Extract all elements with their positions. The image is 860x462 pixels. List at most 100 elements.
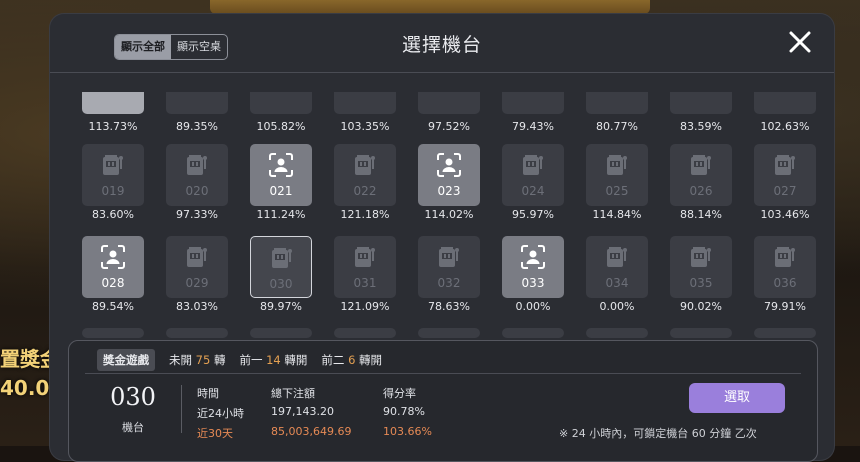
tab-not-opened-count: 75 — [195, 353, 211, 367]
machine-payout-rate: 83.03% — [176, 300, 218, 313]
machine-cell[interactable]: 031 121.09% — [322, 236, 406, 320]
machine-payout-rate: 111.24% — [256, 208, 306, 221]
tab-prev-two-unit: 轉開 — [359, 353, 383, 367]
machine-number: 036 — [773, 276, 797, 290]
slot-machine-icon — [687, 151, 715, 179]
machine-tile[interactable]: 027 — [754, 144, 816, 206]
machine-number: 031 — [353, 276, 377, 290]
machine-tile[interactable]: 018 — [754, 92, 816, 114]
select-button[interactable]: 選取 — [689, 383, 785, 413]
machine-tile[interactable]: 032 — [418, 236, 480, 298]
machine-tile[interactable]: 036 — [754, 236, 816, 298]
machine-tile[interactable]: 020 — [166, 144, 228, 206]
machine-tile[interactable]: 034 — [586, 236, 648, 298]
machine-number: 032 — [437, 276, 461, 290]
machine-tile[interactable]: 014 — [418, 92, 480, 114]
machine-tile[interactable] — [502, 328, 564, 338]
machine-number: 030 — [269, 277, 293, 291]
machine-tile[interactable]: 035 — [670, 236, 732, 298]
machine-cell[interactable]: 019 83.60% — [70, 144, 154, 228]
machine-cell[interactable]: 032 78.63% — [406, 236, 490, 320]
machine-payout-rate: 89.97% — [260, 300, 302, 313]
slot-machine-icon — [687, 243, 715, 271]
selected-machine-label: 機台 — [122, 421, 144, 434]
machine-number: 026 — [689, 184, 713, 198]
machine-cell[interactable]: 030 89.97% — [238, 236, 322, 320]
machine-tile[interactable]: 021 — [250, 144, 312, 206]
machine-tile[interactable] — [754, 328, 816, 338]
slot-machine-icon — [603, 151, 631, 179]
machine-tile[interactable] — [82, 328, 144, 338]
machine-cell[interactable]: 023 114.02% — [406, 144, 490, 228]
machine-tile[interactable]: 030 — [250, 236, 312, 298]
machine-tile[interactable] — [334, 328, 396, 338]
tab-bonus-game[interactable]: 獎金遊戲 — [97, 349, 155, 371]
tab-not-opened[interactable]: 未開 75 轉 — [169, 352, 225, 368]
machine-tile[interactable]: 033 — [502, 236, 564, 298]
machine-tile[interactable]: 019 — [82, 144, 144, 206]
machine-payout-rate: 79.91% — [764, 300, 806, 313]
machine-number: 028 — [101, 276, 125, 290]
row-30d-rate: 103.66% — [383, 425, 432, 438]
machine-cell[interactable]: 027 103.46% — [742, 144, 826, 228]
machine-tile[interactable]: 028 — [82, 236, 144, 298]
machine-tile[interactable]: 013 — [334, 92, 396, 114]
machine-tile[interactable] — [418, 328, 480, 338]
machine-tile[interactable] — [166, 328, 228, 338]
machine-cell[interactable]: 026 88.14% — [658, 144, 742, 228]
machine-cell[interactable]: 033 0.00% — [490, 236, 574, 320]
machine-cell[interactable]: 020 97.33% — [154, 144, 238, 228]
machine-cell[interactable]: 035 90.02% — [658, 236, 742, 320]
machine-payout-rate: 97.52% — [428, 120, 470, 133]
machine-tile[interactable]: 031 — [334, 236, 396, 298]
vertical-divider — [181, 385, 182, 433]
machine-payout-rate: 103.35% — [340, 120, 390, 133]
machine-cell[interactable]: 036 79.91% — [742, 236, 826, 320]
machine-info-panel: 獎金遊戲 未開 75 轉 前一 14 轉開 前二 6 轉開 030 機台 時間 … — [68, 340, 818, 462]
user-icon — [519, 243, 547, 271]
machine-tile[interactable] — [250, 328, 312, 338]
machine-tile[interactable]: 029 — [166, 236, 228, 298]
machine-tile[interactable]: 022 — [334, 144, 396, 206]
machine-cell[interactable]: 021 111.24% — [238, 144, 322, 228]
machine-tile[interactable]: 016 — [586, 92, 648, 114]
machine-tile[interactable]: 026 — [670, 144, 732, 206]
slot-machine-icon — [183, 151, 211, 179]
machine-tile[interactable] — [586, 328, 648, 338]
machine-tile[interactable]: 010 — [82, 92, 144, 114]
machine-grid: 010 113.73% 011 89.35% 012 105.82% 013 103.35% 0… — [70, 92, 834, 344]
machine-payout-rate: 105.82% — [256, 120, 306, 133]
machine-tile[interactable] — [670, 328, 732, 338]
machine-number: 020 — [185, 184, 209, 198]
machine-payout-rate: 78.63% — [428, 300, 470, 313]
selected-machine-number: 030 — [110, 383, 156, 411]
machine-payout-rate: 80.77% — [596, 120, 638, 133]
close-button[interactable] — [786, 28, 814, 56]
slot-machine-icon — [435, 243, 463, 271]
machine-tile[interactable]: 024 — [502, 144, 564, 206]
machine-number: 022 — [353, 184, 377, 198]
machine-cell[interactable]: 028 89.54% — [70, 236, 154, 320]
machine-number: 027 — [773, 184, 797, 198]
machine-cell[interactable]: 022 121.18% — [322, 144, 406, 228]
machine-number: 033 — [521, 276, 545, 290]
machine-cell[interactable]: 029 83.03% — [154, 236, 238, 320]
machine-payout-rate: 121.18% — [340, 208, 390, 221]
machine-tile[interactable]: 015 — [502, 92, 564, 114]
machine-cell[interactable]: 034 0.00% — [574, 236, 658, 320]
machine-tile[interactable]: 023 — [418, 144, 480, 206]
row-24h-bet: 197,143.20 — [271, 405, 334, 418]
machine-cell[interactable]: 024 95.97% — [490, 144, 574, 228]
tab-prev-two[interactable]: 前二 6 轉開 — [321, 352, 382, 368]
tab-prev-two-count: 6 — [348, 353, 356, 367]
row-24h-time: 近24小時 — [197, 407, 244, 420]
machine-cell[interactable]: 025 114.84% — [574, 144, 658, 228]
tab-prev-one-count: 14 — [266, 353, 281, 367]
machine-tile[interactable]: 025 — [586, 144, 648, 206]
tab-prev-two-label: 前二 — [321, 353, 345, 367]
tab-not-opened-unit: 轉 — [213, 353, 226, 367]
machine-tile[interactable]: 011 — [166, 92, 228, 114]
machine-tile[interactable]: 017 — [670, 92, 732, 114]
tab-prev-one[interactable]: 前一 14 轉開 — [239, 352, 307, 368]
machine-tile[interactable]: 012 — [250, 92, 312, 114]
